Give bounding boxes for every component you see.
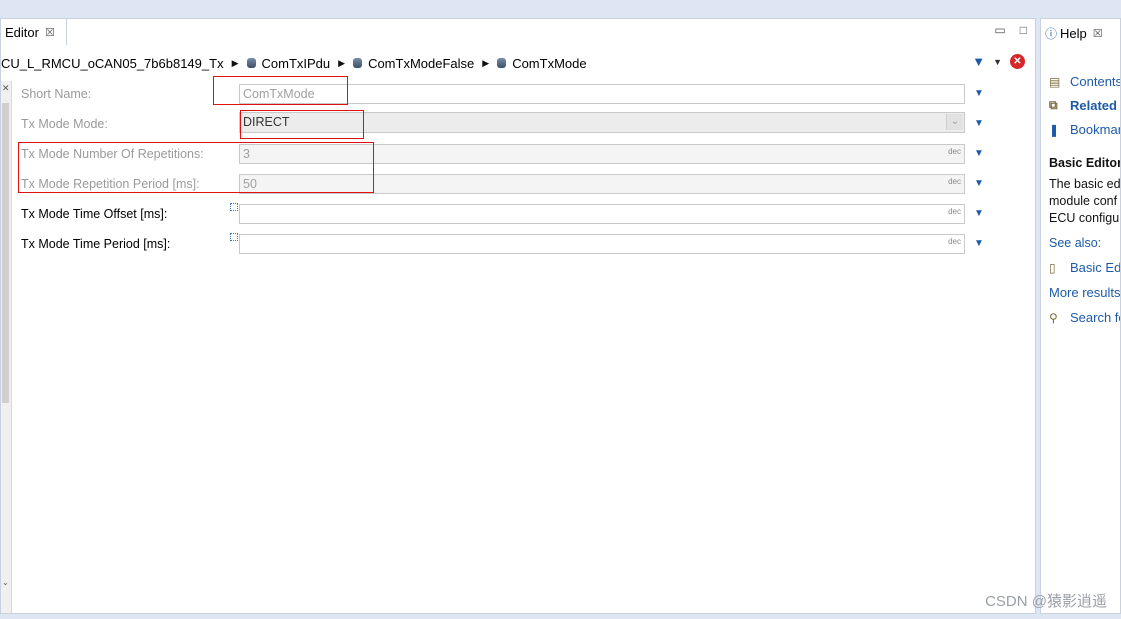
chevron-down-icon[interactable]: ▼ — [974, 118, 984, 129]
chevron-down-icon[interactable]: ⌄ — [946, 114, 963, 130]
watermark: CSDN @猿影逍遥 — [985, 593, 1107, 610]
chevron-down-icon[interactable]: ▼ — [974, 178, 984, 189]
breadcrumb-tools: ▼ ▼ ✕ — [972, 54, 1025, 69]
help-tab[interactable]: ⓘ Help ☒ — [1045, 25, 1103, 42]
breadcrumb-item[interactable]: ComTxIPdu ▶ — [239, 55, 345, 71]
breadcrumb-label: ComTxModeFalse — [368, 55, 475, 71]
arrow-right-icon[interactable]: ▶ — [338, 58, 345, 69]
panel-controls: ▭ □ — [994, 23, 1027, 37]
tx-mode-repetitions-value: 3 — [243, 147, 250, 161]
help-text-line: The basic ed — [1049, 177, 1121, 191]
help-icon: ⓘ — [1045, 27, 1058, 41]
document-icon: ▯ — [1049, 260, 1056, 275]
related-topics-icon: ⧉ — [1049, 98, 1058, 112]
short-name-row: Short Name: — [21, 83, 91, 105]
tx-mode-time-offset-input[interactable]: dec — [239, 204, 965, 224]
contents-icon: ▤ — [1049, 74, 1061, 89]
search-for-label: Search fo — [1070, 310, 1121, 325]
breadcrumb-item[interactable]: ComTxMode — [489, 55, 587, 71]
more-results-link[interactable]: More results — [1049, 285, 1121, 300]
search-for-link[interactable]: ⚲ Search fo — [1049, 310, 1121, 325]
help-section-title: Basic Editor — [1049, 156, 1121, 170]
bookmark-icon: ❚ — [1049, 122, 1060, 137]
help-panel: ⓘ Help ☒ ▤ Contents ⧉ Related T ❚ Bookma… — [1040, 18, 1121, 614]
breadcrumb-label: ComTxMode — [512, 55, 587, 71]
tx-mode-rep-period-input[interactable]: 50 dec — [239, 174, 965, 194]
basic-editor-link-label: Basic Edi — [1070, 260, 1121, 275]
dec-suffix: dec — [948, 177, 961, 186]
tx-mode-time-period-input[interactable]: dec — [239, 234, 965, 254]
help-contents-link[interactable]: ▤ Contents — [1049, 74, 1121, 89]
chevron-down-icon[interactable]: ▼ — [974, 208, 984, 219]
tx-mode-rep-period-row: Tx Mode Repetition Period [ms]: — [21, 173, 200, 195]
editor-tab-title: Editor — [5, 24, 39, 40]
chevron-down-icon[interactable]: ▼ — [993, 57, 1002, 67]
minimize-icon[interactable]: ▭ — [994, 23, 1005, 37]
tx-mode-time-period-label: Tx Mode Time Period [ms]: — [21, 237, 171, 251]
close-icon[interactable]: ☒ — [1093, 27, 1103, 40]
short-name-input[interactable]: ComTxMode — [239, 84, 965, 104]
short-name-label: Short Name: — [21, 87, 92, 101]
required-marker-icon — [230, 203, 238, 211]
breadcrumb-label: ComTxIPdu — [261, 55, 331, 71]
tx-mode-repetitions-input[interactable]: 3 dec — [239, 144, 965, 164]
filter-icon[interactable]: ▼ — [972, 54, 985, 69]
chevron-down-icon[interactable]: ▼ — [974, 148, 984, 159]
help-text-line: ECU configu — [1049, 211, 1120, 225]
tx-mode-mode-row: Tx Mode Mode: — [21, 113, 108, 135]
chevron-down-icon[interactable]: ⌄ — [2, 578, 9, 587]
help-tab-title: Help — [1060, 26, 1087, 41]
see-also-label: See also: — [1049, 236, 1102, 250]
bookmarks-label: Bookmar — [1070, 122, 1121, 137]
tx-mode-rep-period-value: 50 — [243, 177, 257, 191]
chevron-down-icon[interactable]: ▼ — [974, 238, 984, 249]
vertical-scrollbar[interactable]: ✕ ⌄ — [1, 81, 12, 613]
chevron-down-icon[interactable]: ▼ — [974, 88, 984, 99]
related-label: Related T — [1070, 98, 1120, 113]
tx-mode-mode-value: DIRECT — [243, 115, 290, 129]
container-icon — [246, 58, 256, 68]
help-bookmarks-link[interactable]: ❚ Bookmar — [1049, 122, 1121, 137]
editor-tab[interactable]: Editor ☒ — [1, 19, 67, 45]
breadcrumb-item[interactable]: ComTxModeFalse ▶ — [345, 56, 489, 71]
dec-suffix: dec — [948, 237, 961, 246]
tx-mode-mode-select[interactable]: DIRECT ⌄ — [239, 112, 965, 133]
search-icon: ⚲ — [1049, 310, 1058, 325]
dec-suffix: dec — [948, 207, 961, 216]
stop-icon[interactable]: ✕ — [1010, 54, 1025, 69]
scrollbar-thumb[interactable] — [2, 103, 9, 403]
container-icon — [353, 58, 363, 68]
short-name-value: ComTxMode — [243, 87, 315, 101]
breadcrumb: CU_L_RMCU_oCAN05_7b6b8149_Tx ▶ ComTxIPdu… — [1, 53, 1035, 73]
editor-panel: Editor ☒ ▭ □ CU_L_RMCU_oCAN05_7b6b8149_T… — [0, 18, 1036, 614]
arrow-right-icon[interactable]: ▶ — [482, 58, 489, 69]
tx-mode-repetitions-label: Tx Mode Number Of Repetitions: — [21, 147, 204, 161]
close-icon[interactable]: ☒ — [45, 26, 55, 39]
tx-mode-repetitions-row: Tx Mode Number Of Repetitions: — [21, 143, 204, 165]
dec-suffix: dec — [948, 147, 961, 156]
close-icon[interactable]: ✕ — [2, 83, 10, 94]
help-related-link[interactable]: ⧉ Related T — [1049, 98, 1120, 113]
required-marker-icon — [230, 233, 238, 241]
tx-mode-time-period-row: Tx Mode Time Period [ms]: — [21, 233, 170, 255]
more-results-label: More results — [1049, 285, 1121, 300]
tx-mode-time-offset-row: Tx Mode Time Offset [ms]: — [21, 203, 167, 225]
breadcrumb-label: CU_L_RMCU_oCAN05_7b6b8149_Tx — [1, 55, 224, 71]
tx-mode-rep-period-label: Tx Mode Repetition Period [ms]: — [21, 177, 200, 191]
tx-mode-mode-label: Tx Mode Mode: — [21, 117, 108, 131]
maximize-icon[interactable]: □ — [1020, 23, 1027, 37]
help-text-line: module conf — [1049, 194, 1118, 208]
arrow-right-icon[interactable]: ▶ — [232, 58, 239, 69]
basic-editor-link[interactable]: ▯ Basic Edi — [1049, 260, 1121, 275]
breadcrumb-item[interactable]: CU_L_RMCU_oCAN05_7b6b8149_Tx ▶ — [1, 56, 239, 71]
container-icon — [497, 58, 507, 68]
tx-mode-time-offset-label: Tx Mode Time Offset [ms]: — [21, 207, 168, 221]
contents-label: Contents — [1070, 74, 1121, 89]
